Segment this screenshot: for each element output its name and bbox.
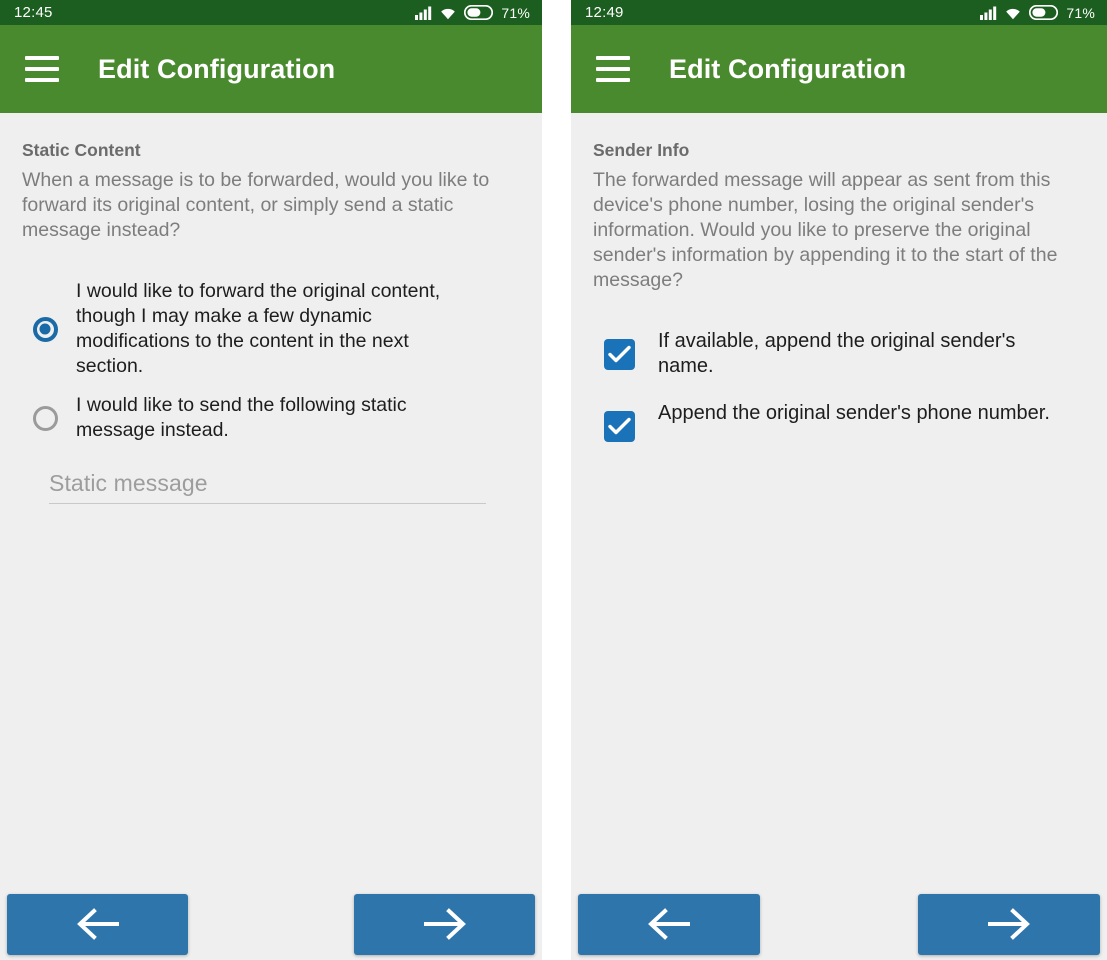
phone-screen-sender-info: 12:49 71% Edit Configuration Sender Info… — [571, 0, 1107, 960]
phone-screen-static-content: 12:45 71% Edit Configuration Static Cont… — [0, 0, 542, 960]
app-bar: Edit Configuration — [571, 25, 1107, 113]
radio-option-forward-original[interactable]: I would like to forward the original con… — [22, 279, 520, 379]
app-bar-title: Edit Configuration — [98, 53, 336, 84]
screenshot-divider — [542, 0, 571, 960]
checkbox-append-name[interactable] — [603, 338, 635, 370]
arrow-left-icon — [644, 907, 694, 941]
radio-static-message[interactable] — [32, 405, 58, 431]
static-message-placeholder[interactable]: Static message — [49, 468, 486, 498]
dual-screenshot-container: 12:45 71% Edit Configuration Static Cont… — [0, 0, 1107, 960]
back-button[interactable] — [7, 893, 188, 955]
checkbox-append-phone-wrap[interactable] — [593, 401, 645, 451]
static-message-field[interactable]: Static message — [49, 468, 486, 504]
checkbox-option-append-phone[interactable]: Append the original sender's phone numbe… — [593, 401, 1085, 451]
section-description: The forwarded message will appear as sen… — [593, 169, 1058, 291]
radio-option-label: I would like to send the following stati… — [76, 394, 407, 441]
status-bar-clock: 12:49 — [585, 4, 624, 21]
arrow-left-icon — [73, 907, 123, 941]
status-bar: 12:49 71% — [571, 0, 1107, 25]
wifi-icon — [439, 6, 457, 20]
next-button[interactable] — [354, 893, 535, 955]
wifi-icon — [1004, 6, 1022, 20]
check-icon — [607, 417, 631, 434]
bottom-navigation — [571, 888, 1107, 960]
hamburger-menu-icon[interactable] — [596, 56, 630, 82]
back-button[interactable] — [578, 893, 760, 955]
radio-forward-original[interactable] — [32, 316, 58, 342]
radio-group: I would like to forward the original con… — [22, 279, 520, 443]
battery-icon — [464, 5, 494, 20]
status-bar-icons: 71% — [415, 5, 530, 21]
app-bar-title: Edit Configuration — [669, 53, 907, 84]
radio-forward-original-wrap[interactable] — [22, 279, 68, 379]
checkbox-option-label: Append the original sender's phone numbe… — [658, 402, 1050, 424]
content-area: Sender Info The forwarded message will a… — [571, 113, 1107, 960]
arrow-right-icon — [984, 907, 1034, 941]
status-bar-clock: 12:45 — [14, 4, 53, 21]
app-bar: Edit Configuration — [0, 25, 542, 113]
arrow-right-icon — [420, 907, 470, 941]
section-title: Static Content — [22, 140, 141, 160]
section-title: Sender Info — [593, 140, 690, 160]
radio-option-label: I would like to forward the original con… — [76, 280, 441, 377]
section-description: When a message is to be forwarded, would… — [22, 169, 490, 241]
radio-static-message-wrap[interactable] — [22, 393, 68, 443]
content-area: Static Content When a message is to be f… — [0, 113, 542, 960]
radio-option-static-message[interactable]: I would like to send the following stati… — [22, 393, 520, 443]
battery-percentage: 71% — [501, 4, 530, 21]
checkbox-option-label: If available, append the original sender… — [658, 330, 1016, 377]
status-bar-icons: 71% — [980, 5, 1095, 21]
checkbox-group: If available, append the original sender… — [593, 329, 1085, 451]
battery-icon — [1029, 5, 1059, 20]
check-icon — [607, 345, 631, 362]
checkbox-append-name-wrap[interactable] — [593, 329, 645, 379]
signal-icon — [980, 6, 997, 20]
next-button[interactable] — [918, 893, 1100, 955]
checkbox-option-append-name[interactable]: If available, append the original sender… — [593, 329, 1085, 379]
signal-icon — [415, 6, 432, 20]
hamburger-menu-icon[interactable] — [25, 56, 59, 82]
checkbox-append-phone[interactable] — [603, 410, 635, 442]
bottom-navigation — [0, 888, 542, 960]
battery-percentage: 71% — [1066, 4, 1095, 21]
status-bar: 12:45 71% — [0, 0, 542, 25]
